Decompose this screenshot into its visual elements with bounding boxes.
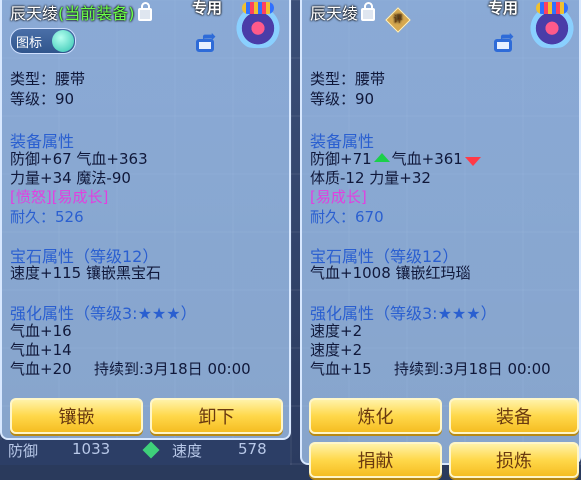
stat-defense-value: 1033 <box>72 440 111 458</box>
enhance-line-2: 速度+2 <box>310 341 363 359</box>
share-icon[interactable] <box>494 27 518 53</box>
enhance-line-1: 速度+2 <box>310 322 363 340</box>
donate-button[interactable]: 捐献 <box>309 442 442 478</box>
icon-toggle[interactable]: 图标 <box>10 28 76 54</box>
enhance-duration: 持续到:3月18日 00:00 <box>94 360 251 378</box>
smelt-button[interactable]: 损炼 <box>449 442 579 478</box>
compare-item-panel: 辰天绫评 专用 类型：腰带 等级：90 装备属性 防御+71气血+361 体质-… <box>300 0 581 478</box>
lock-icon[interactable] <box>361 2 376 21</box>
refine-button[interactable]: 炼化 <box>309 398 442 434</box>
attr-line-2: 力量+34 魔法-90 <box>10 169 131 187</box>
item-level: 等级：90 <box>10 90 75 108</box>
enhance-duration: 持续到:3月18日 00:00 <box>394 360 551 378</box>
exclusive-label: 专用 <box>488 0 519 17</box>
attr-line-1: 防御+67 气血+363 <box>10 150 148 168</box>
arrow-down-icon <box>464 157 481 166</box>
item-name: 辰天绫 <box>10 4 59 23</box>
special-tags: [愤怒][易成长] <box>10 188 109 206</box>
toggle-knob-icon <box>52 30 74 52</box>
attr-defense: 防御+71 <box>310 150 372 168</box>
attr-line-2: 体质-12 力量+32 <box>310 169 431 187</box>
stat-speed-label: 速度 <box>172 442 203 460</box>
item-type: 类型：腰带 <box>10 70 86 88</box>
enhance-line-1: 气血+16 <box>10 322 72 340</box>
rating-badge-text: 评 <box>393 15 403 25</box>
exclusive-label: 专用 <box>192 0 223 17</box>
pet-avatar-icon <box>232 2 284 48</box>
equipped-tag: (当前装备) <box>58 4 135 23</box>
attr-line-1: 防御+71 气血+361 <box>310 148 483 169</box>
enhance-line-3: 气血+15 <box>310 360 372 378</box>
equip-button[interactable]: 装备 <box>449 398 579 434</box>
arrow-up-icon <box>373 153 390 162</box>
item-type: 类型：腰带 <box>310 70 386 88</box>
enhance-line-3: 气血+20 <box>10 360 72 378</box>
pet-avatar-icon <box>526 2 578 48</box>
durability: 耐久：670 <box>310 208 384 226</box>
inlay-button[interactable]: 镶嵌 <box>10 398 143 434</box>
gem-line: 气血+1008 镶嵌红玛瑙 <box>310 264 471 282</box>
enhance-line-2: 气血+14 <box>10 341 72 359</box>
share-icon[interactable] <box>196 27 220 53</box>
icon-toggle-label: 图标 <box>16 36 43 51</box>
lock-icon[interactable] <box>137 2 152 21</box>
item-title: 辰天绫评 <box>310 0 411 33</box>
durability: 耐久：526 <box>10 208 84 226</box>
special-tags: [易成长] <box>310 188 367 206</box>
item-title: 辰天绫(当前装备) <box>10 0 152 24</box>
stat-defense-label: 防御 <box>8 442 39 460</box>
item-name: 辰天绫 <box>310 4 359 23</box>
gem-line: 速度+115 镶嵌黑宝石 <box>10 264 161 282</box>
item-level: 等级：90 <box>310 90 375 108</box>
stat-speed-value: 578 <box>238 440 267 458</box>
attr-hp: 气血+361 <box>391 150 463 168</box>
rating-badge-icon[interactable]: 评 <box>385 7 411 33</box>
unequip-button[interactable]: 卸下 <box>150 398 283 434</box>
equipped-item-panel: 辰天绫(当前装备) 专用 图标 类型：腰带 等级：90 装备属性 防御+67 气… <box>0 0 291 440</box>
